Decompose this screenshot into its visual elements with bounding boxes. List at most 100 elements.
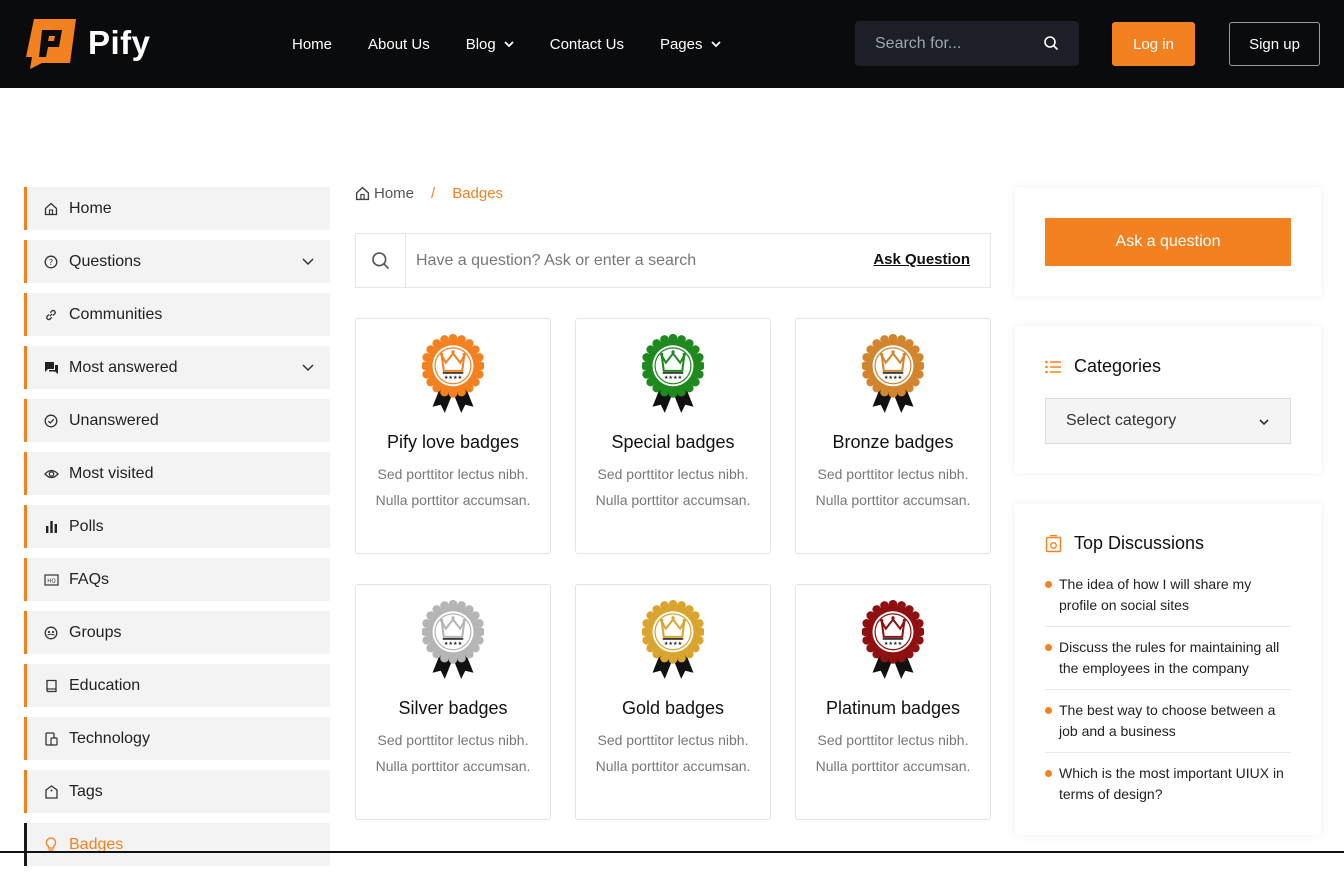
badge-title: Bronze badges xyxy=(832,432,954,452)
sidebar-item-questions[interactable]: ? Questions xyxy=(24,240,330,283)
breadcrumb-home[interactable]: Home xyxy=(374,185,414,202)
sidebar-item-label: Most answered xyxy=(69,358,178,376)
sidebar-item-label: Education xyxy=(69,676,141,694)
signup-button[interactable]: Sign up xyxy=(1229,22,1320,66)
link-icon xyxy=(43,307,59,323)
sidebar-item-label: Groups xyxy=(69,623,122,641)
sidebar-item-polls[interactable]: Polls xyxy=(24,505,330,548)
top-navbar: Pify Home About Us Blog Contact Us Pages… xyxy=(0,0,1344,88)
nav-home-label: Home xyxy=(292,35,333,53)
badge-card[interactable]: ★★★★ Pify love badges Sed porttitor lect… xyxy=(355,318,551,554)
badge-medal-icon: ★★★★ xyxy=(642,333,704,413)
device-icon xyxy=(43,731,59,747)
sidebar-item-faqs[interactable]: HQ FAQs xyxy=(24,558,330,601)
chevron-down-icon[interactable] xyxy=(302,255,314,267)
sidebar-item-communities[interactable]: Communities xyxy=(24,293,330,336)
badge-card[interactable]: ★★★★ Gold badges Sed porttitor lectus ni… xyxy=(575,584,771,820)
search-icon[interactable] xyxy=(1043,35,1059,51)
top-discussions-widget: Top Discussions The idea of how I will s… xyxy=(1015,504,1321,835)
nav-about[interactable]: About Us xyxy=(368,36,430,53)
nav-home[interactable]: Home xyxy=(292,36,332,53)
badge-card[interactable]: ★★★★ Bronze badges Sed porttitor lectus … xyxy=(795,318,991,554)
badge-card[interactable]: ★★★★ Silver badges Sed porttitor lectus … xyxy=(355,584,551,820)
faq-icon: HQ xyxy=(43,572,59,588)
header-search-input[interactable] xyxy=(875,34,1035,53)
nav-pages[interactable]: Pages xyxy=(660,36,721,53)
badge-description: Sed porttitor lectus nibh. Nulla porttit… xyxy=(375,466,531,508)
discussion-item[interactable]: The best way to choose between a job and… xyxy=(1045,700,1291,753)
sidebar-item-most-visited[interactable]: Most visited xyxy=(24,452,330,495)
ask-question-button[interactable]: Ask a question xyxy=(1045,218,1291,266)
discussions-heading: Top Discussions xyxy=(1045,533,1204,554)
chevron-down-icon[interactable] xyxy=(302,361,314,373)
svg-text:★★★★: ★★★★ xyxy=(664,641,683,647)
discussion-item[interactable]: Which is the most important UIUX in term… xyxy=(1045,763,1291,815)
nav-contact[interactable]: Contact Us xyxy=(550,36,624,53)
sidebar-item-most-answered[interactable]: Most answered xyxy=(24,346,330,389)
badge-description: Sed porttitor lectus nibh. Nulla porttit… xyxy=(595,466,751,508)
badge-medal-icon: ★★★★ xyxy=(862,333,924,413)
sidebar-item-home[interactable]: Home xyxy=(24,187,330,230)
brand-name: Pify xyxy=(88,24,151,61)
sidebar-item-label: Questions xyxy=(69,252,142,270)
chevron-down-icon xyxy=(710,41,721,48)
sidebar-item-label: Tags xyxy=(69,782,103,800)
sidebar-item-label: FAQs xyxy=(69,570,110,588)
eye-icon xyxy=(43,466,59,482)
nav-pages-label: Pages xyxy=(659,35,703,53)
discussions-title: Top Discussions xyxy=(1074,533,1205,553)
badge-title: Silver badges xyxy=(398,698,508,718)
svg-text:HQ: HQ xyxy=(47,578,56,584)
categories-heading: Categories xyxy=(1045,356,1161,377)
sidebar-item-technology[interactable]: Technology xyxy=(24,717,330,760)
sidebar-item-label: Technology xyxy=(69,729,150,747)
categories-widget: Categories Select category xyxy=(1015,326,1321,473)
breadcrumb-separator: / xyxy=(431,185,436,202)
category-select[interactable]: Select category xyxy=(1045,398,1291,444)
svg-text:?: ? xyxy=(49,258,53,267)
question-search-input[interactable] xyxy=(416,251,856,270)
breadcrumb: Home / Badges xyxy=(355,185,503,202)
badge-description: Sed porttitor lectus nibh. Nulla porttit… xyxy=(375,732,531,774)
check-circle-icon xyxy=(43,413,59,429)
badge-title: Pify love badges xyxy=(386,432,520,452)
sidebar-item-tags[interactable]: Tags xyxy=(24,770,330,813)
sidebar-item-label: Most visited xyxy=(69,464,154,482)
sidebar-item-groups[interactable]: Groups xyxy=(24,611,330,654)
ask-question-link[interactable]: Ask Question xyxy=(873,251,970,268)
badge-medal-icon: ★★★★ xyxy=(422,599,484,679)
badge-title: Special badges xyxy=(611,432,735,452)
svg-text:★★★★: ★★★★ xyxy=(664,375,683,381)
sidebar-item-label: Polls xyxy=(69,517,104,535)
header-search xyxy=(855,21,1079,66)
home-icon xyxy=(355,186,370,201)
badge-description: Sed porttitor lectus nibh. Nulla porttit… xyxy=(815,732,971,774)
nav-contact-label: Contact Us xyxy=(549,35,624,53)
search-icon xyxy=(356,234,406,287)
sidebar-item-label: Unanswered xyxy=(69,411,159,429)
discussion-item[interactable]: The idea of how I will share my profile … xyxy=(1045,574,1291,627)
left-sidebar: Home ? Questions Communities Most answer… xyxy=(24,187,330,876)
sidebar-item-label: Home xyxy=(69,199,112,217)
badge-card[interactable]: ★★★★ Special badges Sed porttitor lectus… xyxy=(575,318,771,554)
book-icon xyxy=(43,678,59,694)
badge-title: Gold badges xyxy=(621,698,725,718)
sidebar-item-unanswered[interactable]: Unanswered xyxy=(24,399,330,442)
badge-card[interactable]: ★★★★ Platinum badges Sed porttitor lectu… xyxy=(795,584,991,820)
chevron-down-icon xyxy=(1259,419,1269,426)
login-button[interactable]: Log in xyxy=(1112,22,1195,66)
svg-text:★★★★: ★★★★ xyxy=(884,375,903,381)
category-select-value: Select category xyxy=(1066,412,1177,429)
logo[interactable]: Pify xyxy=(24,17,151,69)
sidebar-item-badges[interactable]: Badges xyxy=(24,823,330,866)
breadcrumb-current: Badges xyxy=(452,185,504,202)
discussion-list: The idea of how I will share my profile … xyxy=(1045,574,1291,825)
svg-text:★★★★: ★★★★ xyxy=(884,641,903,647)
nav-blog[interactable]: Blog xyxy=(466,36,514,53)
sidebar-item-label: Communities xyxy=(69,305,163,323)
tag-icon xyxy=(43,784,59,800)
list-icon xyxy=(1045,360,1061,373)
discussion-item[interactable]: Discuss the rules for maintaining all th… xyxy=(1045,637,1291,690)
discussion-icon xyxy=(1045,534,1062,552)
sidebar-item-education[interactable]: Education xyxy=(24,664,330,707)
